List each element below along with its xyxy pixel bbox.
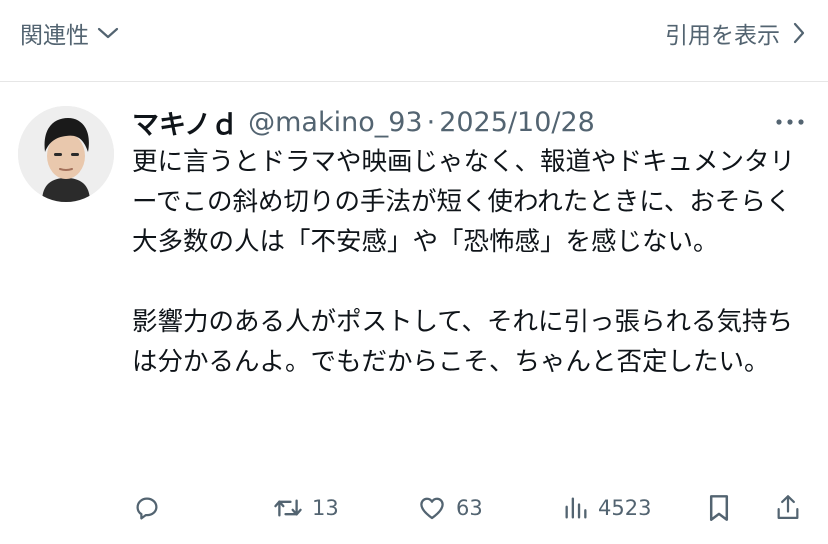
meta-separator: ·	[426, 106, 436, 138]
author-name[interactable]: マキノｄ	[132, 103, 238, 142]
author-handle[interactable]: @makino_93	[248, 107, 422, 138]
repost-icon	[274, 499, 302, 517]
reply-button[interactable]	[132, 488, 162, 528]
share-button[interactable]	[774, 488, 802, 528]
more-options-button[interactable]	[774, 110, 806, 134]
post-action-bar: 13 63 4523	[132, 488, 810, 528]
sort-label: 関連性	[20, 23, 89, 49]
reply-sort-bar: 関連性 引用を表示	[0, 0, 828, 82]
post-text: 更に言うとドラマや映画じゃなく、報道やドキュメンタリーでこの斜め切りの手法が短く…	[132, 142, 802, 382]
chevron-down-icon	[97, 27, 119, 39]
sort-relevance-button[interactable]: 関連性	[20, 16, 119, 50]
repost-count: 13	[312, 496, 339, 520]
like-button[interactable]: 63	[416, 488, 483, 528]
views-icon	[565, 497, 587, 519]
bookmark-icon	[709, 495, 729, 521]
chevron-right-icon	[793, 22, 805, 44]
post-date[interactable]: 2025/10/28	[439, 107, 595, 138]
avatar-portrait	[18, 106, 114, 202]
views-count: 4523	[598, 496, 652, 520]
more-horizontal-icon	[776, 119, 804, 125]
heart-icon	[420, 497, 444, 520]
post-header: マキノｄ @makino_93 · 2025/10/28	[132, 102, 772, 142]
like-count: 63	[456, 496, 483, 520]
views-button[interactable]: 4523	[562, 488, 651, 528]
avatar[interactable]	[18, 106, 114, 202]
view-quotes-button[interactable]: 引用を表示	[665, 16, 806, 50]
reply-icon	[136, 497, 158, 520]
view-quotes-label: 引用を表示	[665, 23, 780, 49]
share-icon	[777, 495, 799, 520]
post-paragraph: 更に言うとドラマや映画じゃなく、報道やドキュメンタリーでこの斜め切りの手法が短く…	[132, 147, 796, 257]
post-paragraph: 影響力のある人がポストして、それに引っ張られる気持ちは分かるんよ。でもだからこそ…	[132, 307, 793, 377]
repost-button[interactable]: 13	[272, 488, 339, 528]
bookmark-button[interactable]	[706, 488, 732, 528]
